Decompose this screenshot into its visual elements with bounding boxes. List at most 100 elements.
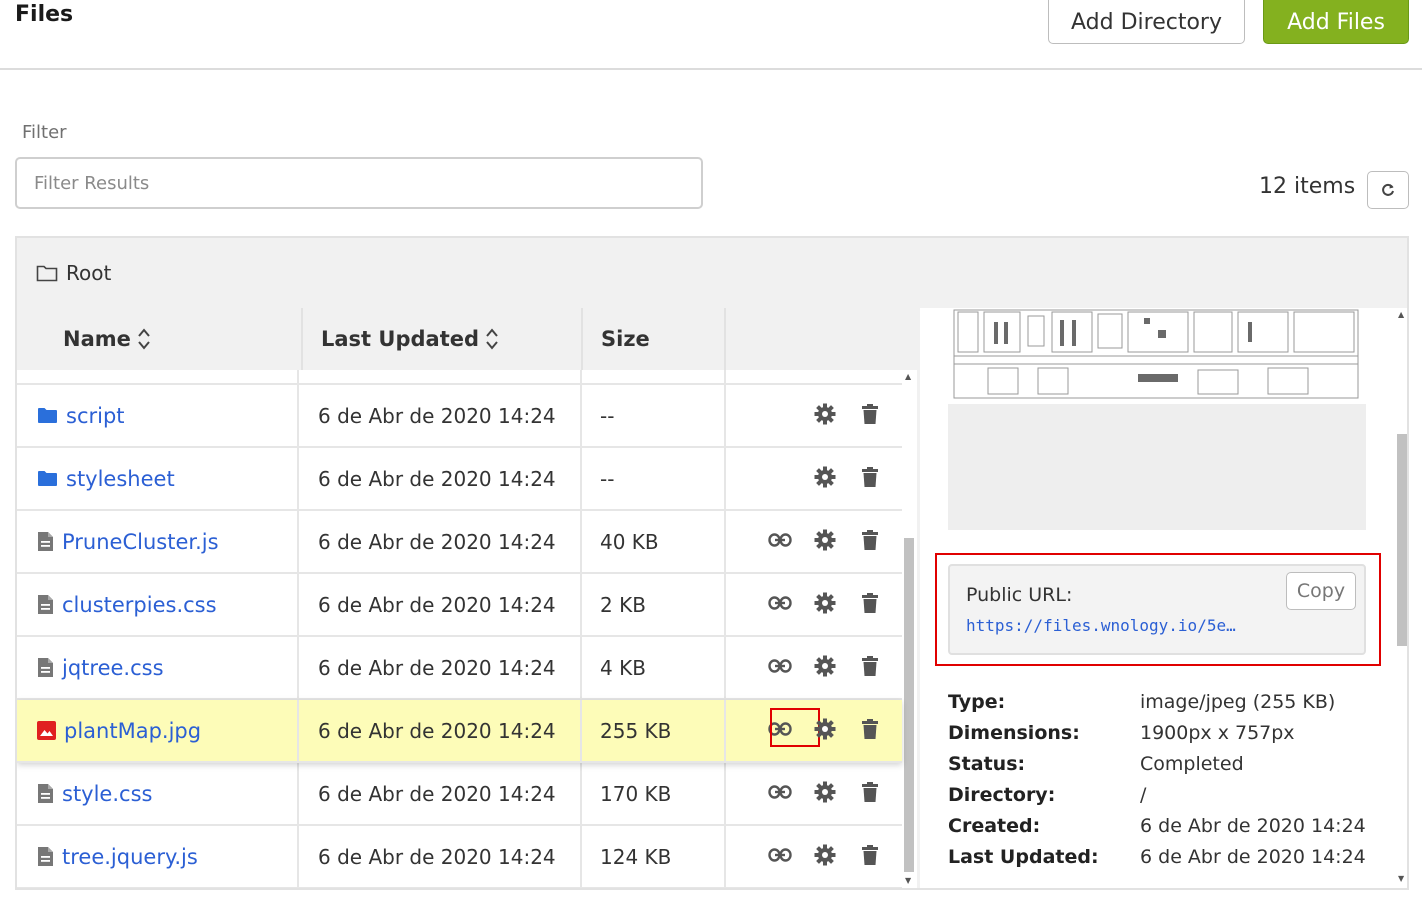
- gear-icon[interactable]: [812, 590, 838, 616]
- file-name-link[interactable]: stylesheet: [66, 467, 175, 491]
- cell-last-updated: 6 de Abr de 2020 14:24: [299, 637, 582, 698]
- gear-icon[interactable]: [812, 842, 838, 868]
- image-icon: [37, 721, 56, 740]
- file-details-pane: Public URL: https://files.wnology.io/5e……: [920, 308, 1407, 888]
- file-name-link[interactable]: script: [66, 404, 125, 428]
- metadata-row: Dimensions: 1900px x 757px: [948, 722, 1388, 753]
- cell-last-updated: 6 de Abr de 2020 14:24: [299, 385, 582, 446]
- gear-icon[interactable]: [812, 716, 838, 742]
- scroll-up-arrow[interactable]: ▲: [905, 372, 911, 381]
- gear-icon[interactable]: [812, 527, 838, 553]
- table-row[interactable]: PruneCluster.js 6 de Abr de 2020 14:24 40 …: [17, 511, 902, 574]
- trash-icon[interactable]: [857, 464, 883, 490]
- filter-label: Filter: [22, 122, 67, 143]
- trash-icon[interactable]: [857, 842, 883, 868]
- file-icon: [38, 847, 53, 866]
- filter-input[interactable]: [15, 157, 703, 209]
- file-icon: [38, 595, 53, 614]
- metadata-value: 6 de Abr de 2020 14:24: [1140, 815, 1366, 837]
- scroll-down-arrow[interactable]: ▼: [905, 876, 911, 885]
- cell-actions: [726, 700, 902, 761]
- link-icon[interactable]: [767, 527, 793, 553]
- cell-actions: [726, 385, 902, 446]
- link-icon[interactable]: [767, 653, 793, 679]
- trash-icon[interactable]: [857, 401, 883, 427]
- public-url-box: Public URL: https://files.wnology.io/5e……: [948, 564, 1366, 655]
- metadata-key: Type:: [948, 691, 1006, 713]
- table-scrollbar-thumb[interactable]: [904, 538, 914, 872]
- scroll-up-arrow[interactable]: ▲: [1398, 310, 1404, 319]
- gear-icon[interactable]: [812, 653, 838, 679]
- file-name-link[interactable]: style.css: [62, 782, 152, 806]
- column-header-name[interactable]: Name: [17, 308, 303, 370]
- metadata-value: Completed: [1140, 753, 1244, 775]
- metadata-key: Last Updated:: [948, 846, 1099, 868]
- file-name-link[interactable]: jqtree.css: [62, 656, 164, 680]
- table-row[interactable]: tree.jquery.js 6 de Abr de 2020 14:24 124 …: [17, 826, 902, 888]
- cell-actions: [726, 448, 902, 509]
- scroll-down-arrow[interactable]: ▼: [1398, 874, 1404, 883]
- table-row[interactable]: style.css 6 de Abr de 2020 14:24 170 KB: [17, 763, 902, 826]
- add-directory-button[interactable]: Add Directory: [1048, 0, 1245, 44]
- files-table: Name Last Updated Size script 6 de Abr de…: [17, 308, 917, 888]
- link-icon[interactable]: [767, 779, 793, 805]
- cell-name: style.css: [17, 763, 299, 824]
- gear-icon[interactable]: [812, 464, 838, 490]
- table-row-partial: [17, 370, 902, 385]
- copy-url-button[interactable]: Copy: [1286, 572, 1356, 610]
- metadata-key: Dimensions:: [948, 722, 1080, 744]
- metadata-row: Status: Completed: [948, 753, 1388, 784]
- cell-actions: [726, 574, 902, 635]
- cell-name: PruneCluster.js: [17, 511, 299, 572]
- folder-icon: [38, 408, 57, 423]
- table-row[interactable]: stylesheet 6 de Abr de 2020 14:24 --: [17, 448, 902, 511]
- metadata-row: Last Updated: 6 de Abr de 2020 14:24: [948, 846, 1388, 877]
- add-files-button[interactable]: Add Files: [1263, 0, 1409, 44]
- table-row[interactable]: clusterpies.css 6 de Abr de 2020 14:24 2 K…: [17, 574, 902, 637]
- refresh-button[interactable]: [1367, 171, 1409, 209]
- file-name-link[interactable]: tree.jquery.js: [62, 845, 198, 869]
- cell-name: script: [17, 385, 299, 446]
- cell-last-updated: 6 de Abr de 2020 14:24: [299, 826, 582, 887]
- sort-icon: [138, 328, 150, 350]
- trash-icon[interactable]: [857, 590, 883, 616]
- file-name-link[interactable]: clusterpies.css: [62, 593, 217, 617]
- file-name-link[interactable]: PruneCluster.js: [62, 530, 219, 554]
- metadata-key: Created:: [948, 815, 1041, 837]
- metadata-value: 6 de Abr de 2020 14:24: [1140, 846, 1366, 868]
- cell-name: stylesheet: [17, 448, 299, 509]
- table-row[interactable]: jqtree.css 6 de Abr de 2020 14:24 4 KB: [17, 637, 902, 700]
- cell-actions: [726, 763, 902, 824]
- refresh-icon: [1382, 183, 1394, 196]
- link-icon[interactable]: [767, 590, 793, 616]
- column-name-label: Name: [63, 327, 131, 351]
- table-row[interactable]: plantMap.jpg 6 de Abr de 2020 14:24 255 KB: [17, 700, 902, 763]
- file-browser-panel: Root Name Last Updated Size script 6 de A…: [15, 236, 1409, 890]
- metadata-value: 1900px x 757px: [1140, 722, 1295, 744]
- breadcrumb-root[interactable]: Root: [66, 261, 111, 285]
- column-header-size[interactable]: Size: [583, 308, 726, 370]
- details-scrollbar[interactable]: ▲ ▼: [1394, 308, 1407, 888]
- column-header-last-updated[interactable]: Last Updated: [303, 308, 583, 370]
- trash-icon[interactable]: [857, 653, 883, 679]
- gear-icon[interactable]: [812, 779, 838, 805]
- table-scrollbar[interactable]: ▲ ▼: [902, 370, 917, 888]
- link-icon[interactable]: [767, 842, 793, 868]
- metadata-value: image/jpeg (255 KB): [1140, 691, 1336, 713]
- gear-icon[interactable]: [812, 401, 838, 427]
- breadcrumb: Root: [17, 238, 1407, 308]
- details-scrollbar-thumb[interactable]: [1397, 434, 1407, 646]
- file-icon: [38, 658, 53, 677]
- public-url-link[interactable]: https://files.wnology.io/5e…: [966, 616, 1246, 635]
- metadata-row: Created: 6 de Abr de 2020 14:24: [948, 815, 1388, 846]
- cell-size: 170 KB: [582, 763, 726, 824]
- file-name-link[interactable]: plantMap.jpg: [64, 719, 201, 743]
- cell-name: tree.jquery.js: [17, 826, 299, 887]
- column-header-actions: [726, 308, 917, 370]
- trash-icon[interactable]: [857, 527, 883, 553]
- table-row[interactable]: script 6 de Abr de 2020 14:24 --: [17, 385, 902, 448]
- page-header: Files Add Directory Add Files: [0, 0, 1422, 70]
- cell-last-updated: 6 de Abr de 2020 14:24: [299, 574, 582, 635]
- trash-icon[interactable]: [857, 779, 883, 805]
- trash-icon[interactable]: [857, 716, 883, 742]
